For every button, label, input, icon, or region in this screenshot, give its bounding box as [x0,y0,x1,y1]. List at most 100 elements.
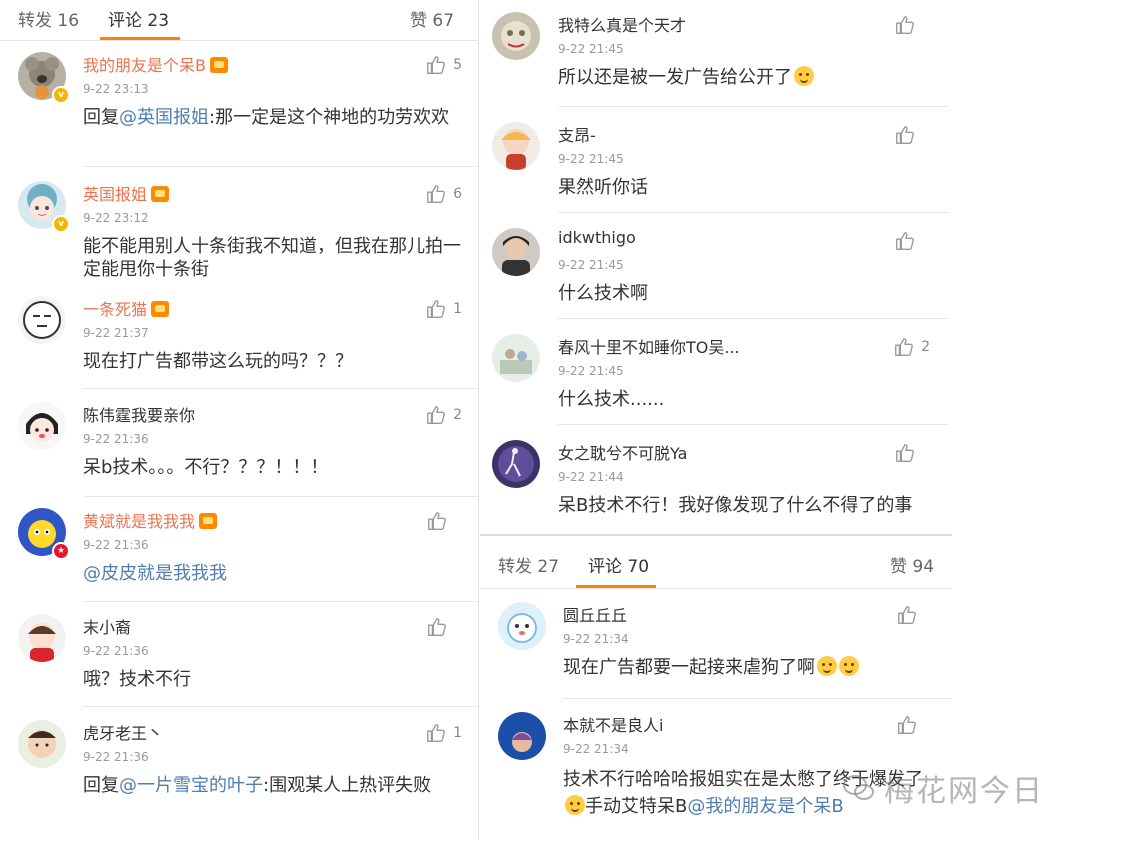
comment-text: 现在广告都要一起接来虐狗了啊 [563,656,936,679]
like-button[interactable] [896,604,932,626]
comment-text: 回复@一片雪宝的叶子:围观某人上热评失败 [83,774,462,797]
avatar[interactable] [18,296,66,344]
comment-time: 9-22 23:12 [83,211,149,225]
commenter-name[interactable]: 黄斌就是我我我 [83,508,218,532]
comment-panel-left: 转发 16 评论 23 赞 67 v 我的朋友是个呆B 9-22 23:13 5… [0,0,479,840]
comment-body: 现在广告都要一起接来虐狗了啊 [563,657,815,678]
avatar[interactable] [492,228,540,276]
thumbs-up-icon [898,716,916,734]
like-button[interactable]: 2 [425,404,462,426]
doge-emoji-icon [565,795,585,815]
comment-item: 末小裔 9-22 21:36 哦？技术不行 [0,614,478,714]
comment-text: 什么技术...... [558,389,665,410]
comment-time: 9-22 21:45 [558,42,624,56]
comment-item: 陈伟霆我要亲你 9-22 21:36 2 呆b技术。。。不行？？？！！！ [0,402,478,502]
avatar[interactable] [498,712,546,760]
background-strip [950,0,1121,840]
comment-text: 现在打广告都带这么玩的吗？？？ [83,351,353,372]
divider [558,212,948,213]
commenter-name-text[interactable]: 春风十里不如睡你TO吴... [558,338,740,357]
tab-repost[interactable]: 转发 27 [498,552,559,577]
commenter-name[interactable]: 本就不是良人i [563,712,663,736]
tab-like[interactable]: 赞 94 [890,552,934,577]
thumbs-up-icon [428,618,446,636]
like-button[interactable]: 1 [425,722,462,744]
commenter-name-text[interactable]: 支昂- [558,126,596,145]
like-count: 5 [453,57,462,73]
vip-crown-icon [199,513,218,529]
tab-active-indicator [100,37,180,40]
commenter-name-text[interactable]: 黄斌就是我我我 [83,512,195,531]
commenter-name[interactable]: 虎牙老王丶 [83,720,163,744]
comment-item: 春风十里不如睡你TO吴... 9-22 21:45 2 什么技术...... [480,334,950,426]
avatar[interactable] [492,440,540,488]
comment-body: :那一定是这个神地的功劳欢欢 [209,107,450,128]
commenter-name[interactable]: 女之耽兮不可脱Ya [558,440,687,464]
like-button[interactable] [894,230,930,252]
commenter-name[interactable]: idkwthigo [558,228,636,247]
comment-time: 9-22 23:13 [83,82,149,96]
avatar[interactable] [492,122,540,170]
avatar[interactable] [492,334,540,382]
commenter-name[interactable]: 春风十里不如睡你TO吴... [558,334,740,358]
commenter-name[interactable]: 我的朋友是个呆B [83,52,228,76]
comment-body: 所以还是被一发广告给公开了 [558,67,792,88]
reply-prefix: 回复 [83,107,119,128]
watermark: 梅花网今日 [842,766,1044,810]
like-button[interactable] [894,14,930,36]
commenter-name[interactable]: 英国报姐 [83,181,170,205]
commenter-name[interactable]: 末小裔 [83,614,131,638]
like-button[interactable]: 5 [425,54,462,76]
mention-link[interactable]: @一片雪宝的叶子 [119,775,263,796]
thumbs-up-icon [896,444,914,462]
commenter-name[interactable]: 一条死猫 [83,296,170,320]
avatar[interactable] [498,602,546,650]
tab-repost[interactable]: 转发 16 [18,6,79,31]
thumbs-up-icon [898,606,916,624]
commenter-name[interactable]: 我特么真是个天才 [558,12,686,36]
commenter-name-text[interactable]: 陈伟霆我要亲你 [83,406,195,425]
shy-emoji-icon [839,656,859,676]
comment-item: v 英国报姐 9-22 23:12 6 能不能用别人十条街我不知道，但我在那儿拍… [0,181,478,291]
like-button[interactable]: 2 [893,336,930,358]
commenter-name-text[interactable]: 我特么真是个天才 [558,16,686,35]
commenter-name[interactable]: 支昂- [558,122,596,146]
mention-link[interactable]: @皮皮就是我我我 [83,563,227,584]
thumbs-up-icon [427,56,445,74]
commenter-name-text[interactable]: 圆丘丘丘 [563,606,627,625]
comment-text: 回复@英国报姐:那一定是这个神地的功劳欢欢 [83,106,462,129]
tab-bar: 转发 27 评论 70 赞 94 [480,536,952,589]
commenter-name-text[interactable]: 我的朋友是个呆B [83,56,206,75]
commenter-name[interactable]: 陈伟霆我要亲你 [83,402,195,426]
commenter-name[interactable]: 圆丘丘丘 [563,602,627,626]
like-button[interactable]: 1 [425,298,462,320]
like-button[interactable] [426,616,462,638]
commenter-name-text[interactable]: 末小裔 [83,618,131,637]
like-button[interactable] [894,442,930,464]
commenter-name-text[interactable]: 本就不是良人i [563,716,663,735]
tab-comment[interactable]: 评论 23 [108,6,169,31]
avatar[interactable] [18,720,66,768]
mention-link[interactable]: @我的朋友是个呆B [687,796,843,817]
like-button[interactable]: 6 [425,183,462,205]
avatar[interactable] [18,402,66,450]
tab-comment[interactable]: 评论 70 [588,552,649,577]
divider [558,318,948,319]
comment-time: 9-22 21:44 [558,470,624,484]
tab-like[interactable]: 赞 67 [410,6,454,31]
mention-link[interactable]: @英国报姐 [119,107,209,128]
like-button[interactable] [894,124,930,146]
commenter-name-text[interactable]: idkwthigo [558,228,636,247]
comment-item: 支昂- 9-22 21:45 果然听你话 [480,122,950,214]
commenter-name-text[interactable]: 虎牙老王丶 [83,724,163,743]
commenter-name-text[interactable]: 一条死猫 [83,300,147,319]
avatar[interactable] [492,12,540,60]
divider [83,601,478,602]
commenter-name-text[interactable]: 英国报姐 [83,185,147,204]
divider [558,106,948,107]
commenter-name-text[interactable]: 女之耽兮不可脱Ya [558,444,687,463]
avatar[interactable] [18,614,66,662]
like-button[interactable] [426,510,462,532]
vip-crown-icon [209,57,228,73]
like-button[interactable] [896,714,932,736]
